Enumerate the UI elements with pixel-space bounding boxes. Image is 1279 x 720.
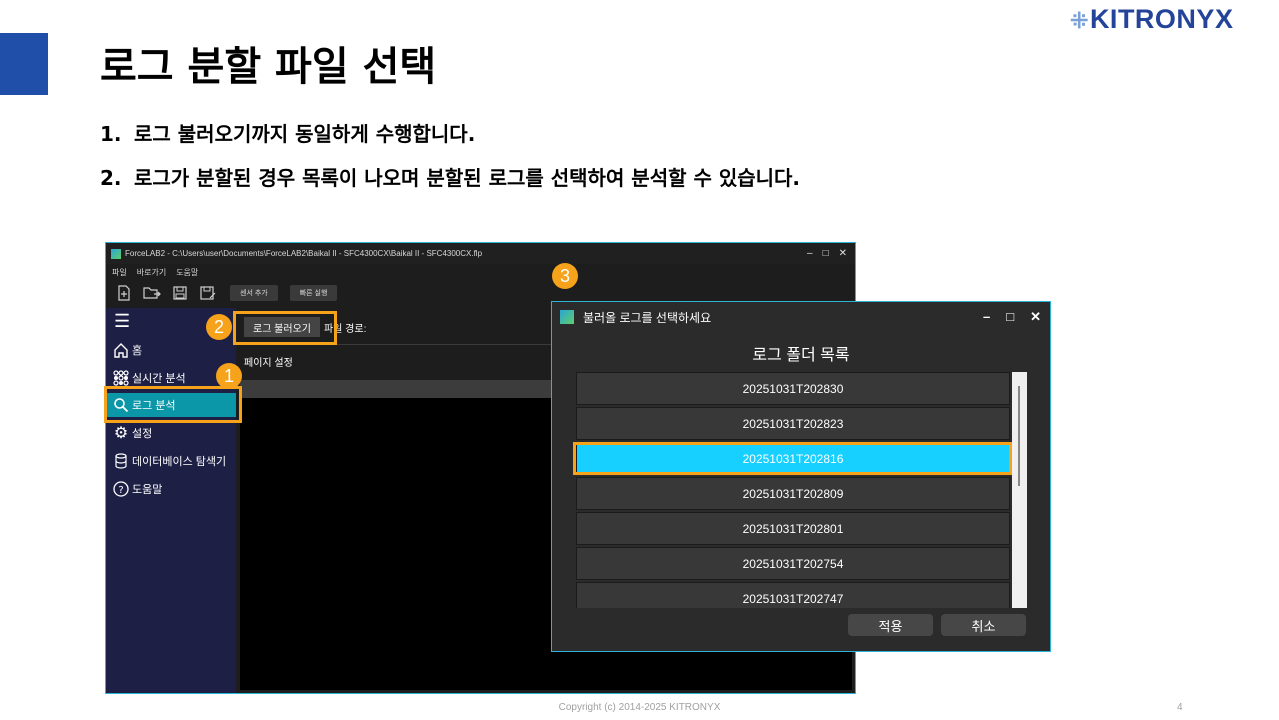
bullet-list: 1. 로그 불러오기까지 동일하게 수행합니다. 2. 로그가 분할된 경우 목록이… (100, 118, 800, 206)
sidebar-item-label: 홈 (132, 345, 143, 357)
slide-title: 로그 분할 파일 선택 (100, 44, 437, 90)
bullet-number: 1. (100, 122, 122, 146)
gear-icon: ⚙ (113, 425, 129, 442)
page-number: 4 (1177, 702, 1183, 713)
highlight-load-log (233, 311, 337, 345)
close-button[interactable]: ✕ (839, 248, 847, 259)
highlight-log-analysis (104, 386, 242, 423)
app-titlebar: ForceLAB2 - C:\Users\user\Documents\Forc… (106, 243, 855, 264)
add-sensor-button[interactable]: 센서 추가 (230, 285, 278, 301)
bullet-2: 2. 로그가 분할된 경우 목록이 나오며 분할된 로그를 선택하여 분석할 수 … (100, 162, 800, 206)
select-log-dialog: 불러올 로그를 선택하세요 – □ ✕ 로그 폴더 목록 20251031T20… (551, 301, 1051, 652)
cancel-button[interactable]: 취소 (941, 614, 1026, 636)
grid-icon (112, 369, 130, 387)
step-badge-3: 3 (552, 263, 578, 289)
menu-bar: 파일 바로가기 도움말 (106, 264, 855, 280)
menu-file[interactable]: 파일 (112, 267, 127, 278)
list-item[interactable]: 20251031T202754 (576, 547, 1010, 580)
list-item[interactable]: 20251031T202801 (576, 512, 1010, 545)
dialog-close-button[interactable]: ✕ (1030, 309, 1041, 325)
title-accent-bar (0, 33, 48, 95)
list-item[interactable]: 20251031T202809 (576, 477, 1010, 510)
sidebar-item-home[interactable]: 홈 (112, 338, 142, 362)
scrollbar-thumb[interactable] (1018, 386, 1020, 486)
open-folder-icon[interactable] (142, 284, 162, 302)
menu-toggle-icon[interactable]: ☰ (114, 312, 130, 330)
menu-help[interactable]: 도움말 (176, 267, 198, 278)
bullet-1: 1. 로그 불러오기까지 동일하게 수행합니다. (100, 118, 800, 162)
app-icon (111, 248, 121, 259)
list-item[interactable]: 20251031T202747 (576, 582, 1010, 608)
step-badge-2: 2 (206, 314, 232, 340)
database-icon (112, 452, 130, 470)
sidebar-item-label: 도움말 (132, 484, 163, 496)
sidebar-item-label: 실시간 분석 (132, 373, 186, 385)
bullet-text: 로그가 분할된 경우 목록이 나오며 분할된 로그를 선택하여 분석할 수 있습… (134, 166, 801, 190)
menu-shortcuts[interactable]: 바로가기 (137, 267, 166, 278)
minimize-button[interactable]: – (807, 248, 813, 259)
copyright-footer: Copyright (c) 2014-2025 KITRONYX (558, 702, 721, 713)
app-title: ForceLAB2 - C:\Users\user\Documents\Forc… (125, 249, 483, 258)
dialog-app-icon (560, 310, 574, 324)
dialog-minimize-button[interactable]: – (983, 309, 990, 325)
sidebar-item-label: 설정 (132, 428, 153, 440)
bullet-number: 2. (100, 166, 122, 190)
sidebar-item-help[interactable]: ? 도움말 (112, 477, 162, 501)
logo-mark-icon: ⁜ (1070, 8, 1089, 33)
dialog-title: 불러올 로그를 선택하세요 (583, 310, 712, 325)
dialog-titlebar: 불러올 로그를 선택하세요 – □ ✕ (552, 302, 1050, 332)
save-icon[interactable] (170, 284, 190, 302)
kitronyx-logo: ⁜KITRONYX (1070, 4, 1233, 35)
page-settings-label[interactable]: 페이지 설정 (244, 354, 293, 369)
sidebar-item-settings[interactable]: ⚙ 설정 (112, 421, 152, 445)
home-icon (112, 341, 130, 359)
step-badge-1: 1 (216, 363, 242, 389)
list-scrollbar[interactable] (1012, 372, 1027, 608)
quick-run-button[interactable]: 빠른 실행 (289, 285, 338, 301)
highlight-selected-log (573, 442, 1012, 475)
new-file-icon[interactable] (114, 284, 134, 302)
bullet-text: 로그 불러오기까지 동일하게 수행합니다. (134, 122, 476, 146)
log-folder-list-heading: 로그 폴더 목록 (752, 347, 850, 364)
list-item[interactable]: 20251031T202830 (576, 372, 1010, 405)
logo-text: KITRONYX (1089, 4, 1234, 34)
maximize-button[interactable]: □ (823, 248, 829, 259)
apply-button[interactable]: 적용 (848, 614, 933, 636)
save-as-icon[interactable] (198, 284, 218, 302)
list-item[interactable]: 20251031T202823 (576, 407, 1010, 440)
sidebar-item-database[interactable]: 데이터베이스 탐색기 (112, 449, 226, 473)
sidebar: ☰ 홈 실시간 분석 로그 분석 ⚙ 설정 데이터베이스 탐색기 ? 도움말 (106, 308, 236, 693)
svg-text:?: ? (118, 485, 123, 496)
dialog-maximize-button[interactable]: □ (1006, 309, 1014, 325)
help-icon: ? (112, 480, 130, 498)
log-folder-list: 20251031T202830 20251031T202823 20251031… (576, 370, 1029, 608)
sidebar-item-label: 데이터베이스 탐색기 (132, 456, 227, 468)
